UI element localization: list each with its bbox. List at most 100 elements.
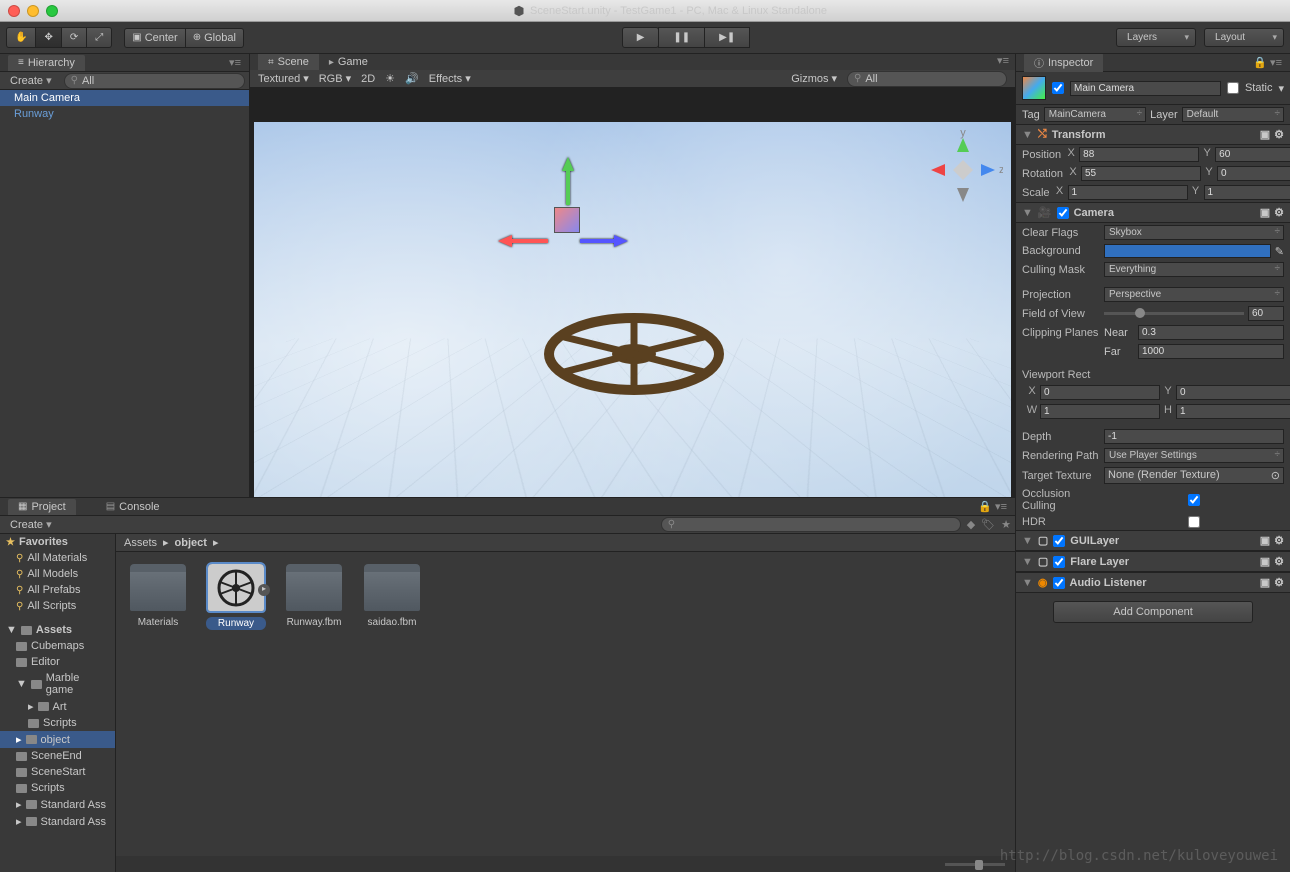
search-label-icon[interactable]: 🏷 — [981, 518, 995, 531]
scale-tool-button[interactable]: ⤢ — [86, 27, 112, 48]
viewport-x-field[interactable] — [1040, 385, 1160, 400]
gizmo-y-axis[interactable] — [562, 157, 574, 171]
console-tab[interactable]: ▤ Console — [96, 499, 170, 515]
audio-toggle[interactable]: 🔊 — [405, 72, 419, 85]
favorite-all-scripts[interactable]: ⚲All Scripts — [0, 598, 115, 614]
project-search[interactable]: ⚲ — [661, 517, 961, 532]
clear-flags-dropdown[interactable]: Skybox — [1104, 225, 1284, 240]
flare-enabled-checkbox[interactable] — [1053, 556, 1065, 568]
folder-standard-assets-1[interactable]: ▸Standard Ass — [0, 796, 115, 813]
occlusion-culling-checkbox[interactable] — [1104, 494, 1284, 506]
thumbnail-size-slider[interactable] — [945, 863, 1005, 866]
help-icon[interactable]: ▣ — [1260, 576, 1270, 589]
asset-saidao-fbm-folder[interactable]: saidao.fbm — [362, 564, 422, 628]
hdr-checkbox[interactable] — [1104, 516, 1284, 528]
static-checkbox[interactable] — [1227, 82, 1239, 94]
gameobject-active-checkbox[interactable] — [1052, 82, 1064, 94]
hierarchy-item-main-camera[interactable]: Main Camera — [0, 90, 249, 106]
guilayer-enabled-checkbox[interactable] — [1053, 535, 1065, 547]
shading-mode-dropdown[interactable]: Textured ▾ — [258, 72, 309, 85]
folder-scripts-mg[interactable]: Scripts — [0, 715, 115, 731]
asset-runway-model[interactable]: ▸ Runway — [206, 564, 266, 630]
assets-header[interactable]: ▼Assets — [0, 622, 115, 638]
scene-search[interactable]: ⚲ All — [847, 71, 1007, 87]
position-x-field[interactable] — [1079, 147, 1199, 162]
culling-mask-dropdown[interactable]: Everything — [1104, 262, 1284, 277]
viewport-h-field[interactable] — [1176, 404, 1290, 419]
zoom-window-button[interactable] — [46, 5, 58, 17]
add-component-button[interactable]: Add Component — [1053, 601, 1253, 623]
project-tab[interactable]: ▦ Project — [8, 499, 76, 515]
folder-marble-game[interactable]: ▼Marble game — [0, 670, 115, 698]
gameobject-name-field[interactable] — [1070, 81, 1221, 96]
audio-listener-component-header[interactable]: ▼◉Audio Listener▣⚙ — [1016, 572, 1290, 593]
favorite-all-prefabs[interactable]: ⚲All Prefabs — [0, 582, 115, 598]
scale-y-field[interactable] — [1204, 185, 1290, 200]
inspector-options[interactable]: 🔒 ▾≡ — [1253, 56, 1282, 69]
scale-x-field[interactable] — [1068, 185, 1188, 200]
play-button[interactable]: ▶ — [622, 27, 660, 48]
gear-icon[interactable]: ⚙ — [1274, 206, 1284, 219]
breadcrumb-assets[interactable]: Assets — [124, 537, 157, 549]
minimize-window-button[interactable] — [27, 5, 39, 17]
render-mode-dropdown[interactable]: RGB ▾ — [319, 72, 351, 85]
pivot-center-button[interactable]: ▣ Center — [124, 28, 185, 48]
inspector-tab[interactable]: ⓘ Inspector — [1024, 54, 1103, 72]
rendering-path-dropdown[interactable]: Use Player Settings — [1104, 448, 1284, 463]
folder-scripts[interactable]: Scripts — [0, 780, 115, 796]
lighting-toggle[interactable]: ☀ — [385, 72, 395, 85]
gear-icon[interactable]: ⚙ — [1274, 534, 1284, 547]
camera-enabled-checkbox[interactable] — [1057, 207, 1069, 219]
rotation-y-field[interactable] — [1217, 166, 1290, 181]
gizmo-z-axis[interactable] — [614, 235, 628, 247]
viewport-y-field[interactable] — [1176, 385, 1290, 400]
position-y-field[interactable] — [1215, 147, 1290, 162]
favorites-header[interactable]: ★Favorites — [0, 534, 115, 550]
folder-sceneend[interactable]: SceneEnd — [0, 748, 115, 764]
step-button[interactable]: ▶❚ — [704, 27, 750, 48]
guilayer-component-header[interactable]: ▼▢GUILayer▣⚙ — [1016, 530, 1290, 551]
favorite-all-models[interactable]: ⚲All Models — [0, 566, 115, 582]
rotation-x-field[interactable] — [1081, 166, 1201, 181]
asset-runway-fbm-folder[interactable]: Runway.fbm — [284, 564, 344, 628]
hierarchy-options[interactable]: ▾≡ — [229, 56, 241, 69]
search-filter-icon[interactable]: ◆ — [967, 518, 975, 531]
transform-gizmo[interactable] — [554, 207, 580, 233]
play-overlay-icon[interactable]: ▸ — [258, 584, 270, 596]
project-create-dropdown[interactable]: Create ▾ — [4, 518, 58, 531]
folder-editor[interactable]: Editor — [0, 654, 115, 670]
game-tab[interactable]: ▸ Game — [319, 54, 378, 70]
orientation-gizmo[interactable]: y z — [923, 130, 1003, 210]
folder-object[interactable]: ▸object — [0, 731, 115, 748]
camera-component-header[interactable]: ▼🎥 Camera ▣⚙ — [1016, 202, 1290, 223]
project-folder-tree[interactable]: ★Favorites ⚲All Materials ⚲All Models ⚲A… — [0, 534, 116, 872]
gizmos-dropdown[interactable]: Gizmos ▾ — [791, 72, 837, 85]
help-icon[interactable]: ▣ — [1260, 206, 1270, 219]
runway-object[interactable] — [544, 312, 724, 400]
folder-scenestart[interactable]: SceneStart — [0, 764, 115, 780]
gear-icon[interactable]: ⚙ — [1274, 576, 1284, 589]
pause-button[interactable]: ❚❚ — [658, 27, 705, 48]
viewport-w-field[interactable] — [1040, 404, 1160, 419]
layout-dropdown[interactable]: Layout — [1204, 28, 1284, 47]
far-field[interactable] — [1138, 344, 1284, 359]
layers-dropdown[interactable]: Layers — [1116, 28, 1196, 47]
background-color-field[interactable] — [1104, 244, 1271, 258]
help-icon[interactable]: ▣ — [1260, 555, 1270, 568]
pivot-global-button[interactable]: ⊕ Global — [185, 28, 244, 48]
gizmo-x-axis[interactable] — [498, 235, 512, 247]
hand-tool-button[interactable]: ✋ — [6, 27, 36, 48]
hierarchy-tab[interactable]: ≡ Hierarchy — [8, 55, 85, 71]
close-window-button[interactable] — [8, 5, 20, 17]
project-options[interactable]: 🔒 ▾≡ — [978, 500, 1007, 513]
scene-tab[interactable]: ⌗ Scene — [258, 54, 319, 70]
asset-materials-folder[interactable]: Materials — [128, 564, 188, 628]
eyedropper-icon[interactable]: ✎ — [1275, 245, 1284, 258]
hierarchy-item-runway[interactable]: Runway — [0, 106, 249, 122]
2d-toggle[interactable]: 2D — [361, 73, 375, 85]
rotate-tool-button[interactable]: ⟳ — [61, 27, 87, 48]
asset-grid[interactable]: Materials ▸ Runway Runway.fbm saidao.fbm — [116, 552, 1015, 856]
fov-field[interactable] — [1248, 306, 1284, 321]
scene-options[interactable]: ▾≡ — [997, 54, 1015, 70]
tag-dropdown[interactable]: MainCamera — [1044, 107, 1146, 122]
